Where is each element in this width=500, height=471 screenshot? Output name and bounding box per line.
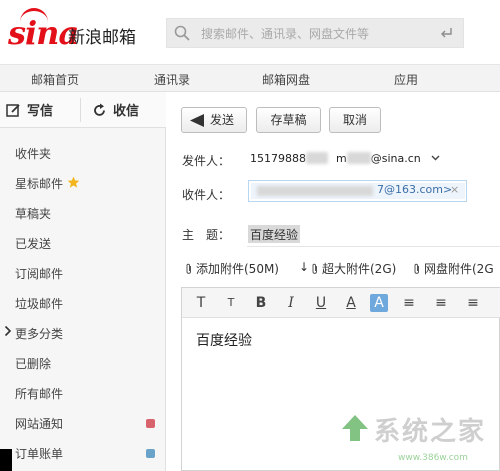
search-icon[interactable] [173,24,191,42]
screen-edge-artifact [0,449,12,471]
folder-starred[interactable]: 星标邮件 [0,167,166,197]
font-color-icon[interactable]: A [342,294,360,312]
folder-inbox[interactable]: 收件夹 [0,137,166,167]
add-attachment-label: 添加附件(50M) [196,262,279,276]
font-family-icon[interactable]: T [192,294,210,312]
redacted-region [257,186,373,196]
attachment-bar: 添加附件(50M) ↓ 超大附件(2G) 网盘附件(2G [185,260,500,278]
sina-mail-logo[interactable]: sina 新浪邮箱 [8,8,158,54]
drive-attachment-label: 网盘附件(2G [424,262,494,276]
folder-drafts[interactable]: 草稿夹 [0,197,166,227]
from-address[interactable]: 15179888 m @sina.cn [250,152,421,165]
align-icon[interactable]: ≡ [400,294,418,312]
remove-recipient-icon[interactable]: × [450,183,459,196]
folder-label: 已发送 [15,237,52,251]
from-address-prefix: 15179888 [250,152,306,165]
watermark-url: www.386w.com [398,453,468,463]
underline-icon[interactable]: U [312,294,330,312]
receive-button[interactable]: 收信 [92,100,139,120]
to-field[interactable]: 7@163.com> × [248,180,467,202]
search-input[interactable] [201,25,431,43]
star-icon [67,176,80,188]
watermark-arrow-icon [342,415,368,441]
logo-product-name: 新浪邮箱 [68,28,136,48]
font-size-icon[interactable]: T [222,294,240,312]
watermark-logo: 系统之家 www.386w.com [338,405,498,469]
folder-subscriptions[interactable]: 订阅邮件 [0,257,166,287]
folder-sent[interactable]: 已发送 [0,227,166,257]
recipient-address: 7@163.com> [377,183,453,196]
highlight-color-icon[interactable]: A [370,294,388,312]
folder-label: 垃圾邮件 [15,297,64,311]
top-nav: 邮箱首页 通讯录 邮箱网盘 应用 [0,64,500,92]
refresh-icon [94,103,105,116]
send-button[interactable]: 发送 [181,107,247,133]
large-attachment-label: 超大附件(2G) [322,262,397,276]
folder-orders-bills[interactable]: 订单账单 [0,437,166,467]
from-address-suffix: @sina.cn [370,152,421,165]
nav-mail-home[interactable]: 邮箱首页 [31,71,79,88]
receive-label: 收信 [113,104,140,119]
folder-color-tag [146,419,155,428]
folder-site-notices[interactable]: 网站通知 [0,407,166,437]
folder-label: 已删除 [15,357,52,371]
paperclip-icon [312,263,317,274]
subject-input[interactable]: 百度经验 [248,225,301,243]
sidebar: 写信 收信 收件夹 星标邮件 草稿夹 已发送 订阅邮件 垃圾邮件 更多分类 已删… [0,92,166,471]
redacted-region [346,152,371,164]
list-icon[interactable]: ≡ [432,294,450,312]
add-attachment-link[interactable]: 添加附件(50M) [185,260,279,277]
folder-more-categories[interactable]: 更多分类 [0,317,166,347]
paperclip-icon [186,263,191,274]
folder-all-mail[interactable]: 所有邮件 [0,377,166,407]
italic-icon[interactable]: I [282,294,300,312]
folder-label: 订单账单 [15,447,64,461]
to-label: 收件人： [182,188,231,202]
write-label: 写信 [27,104,54,119]
folder-label: 星标邮件 [15,177,64,191]
bold-icon[interactable]: B [252,294,270,312]
indent-icon[interactable]: ≡ [464,294,482,312]
cancel-button[interactable]: 取消 [329,107,381,133]
large-attachment-link[interactable]: 超大附件(2G) [311,260,396,277]
nav-apps[interactable]: 应用 [394,71,418,88]
redacted-region [306,152,328,164]
send-label: 发送 [210,113,235,127]
folder-deleted[interactable]: 已删除 [0,347,166,377]
subject-label: 主 题： [182,228,231,242]
nav-mail-drive[interactable]: 邮箱网盘 [262,71,310,88]
folder-label: 所有邮件 [15,387,64,401]
folder-label: 收件夹 [15,147,52,161]
write-receive-bar: 写信 收信 [0,92,166,128]
send-arrow-icon [190,114,204,127]
compose-icon [6,104,20,117]
enter-icon[interactable] [439,26,453,40]
save-draft-button[interactable]: 存草稿 [256,107,321,133]
recipient-chip[interactable]: 7@163.com> × [251,183,465,199]
folder-spam[interactable]: 垃圾邮件 [0,287,166,317]
from-address-mid: m [336,152,347,165]
header: sina 新浪邮箱 [0,0,500,64]
divider [247,246,500,247]
watermark-text: 系统之家 [374,417,487,447]
chevron-right-icon [4,325,12,337]
folder-label: 草稿夹 [15,207,52,221]
search-box[interactable] [166,18,464,48]
write-button[interactable]: 写信 [6,100,53,120]
folder-color-tag [146,449,155,458]
chevron-down-icon[interactable] [431,154,440,162]
paperclip-icon [414,263,419,274]
divider [80,98,81,122]
attachment-dropdown-icon[interactable]: ↓ [299,260,309,274]
folder-label: 网站通知 [15,417,64,431]
nav-contacts[interactable]: 通讯录 [154,71,190,88]
folder-label: 更多分类 [15,327,64,341]
folder-label: 订阅邮件 [15,267,64,281]
editor-toolbar: T T B I U A A ≡ ≡ ≡ [182,288,500,318]
drive-attachment-link[interactable]: 网盘附件(2G [413,260,494,277]
editor-body[interactable]: 百度经验 [196,330,252,350]
from-label: 发件人： [182,154,231,168]
